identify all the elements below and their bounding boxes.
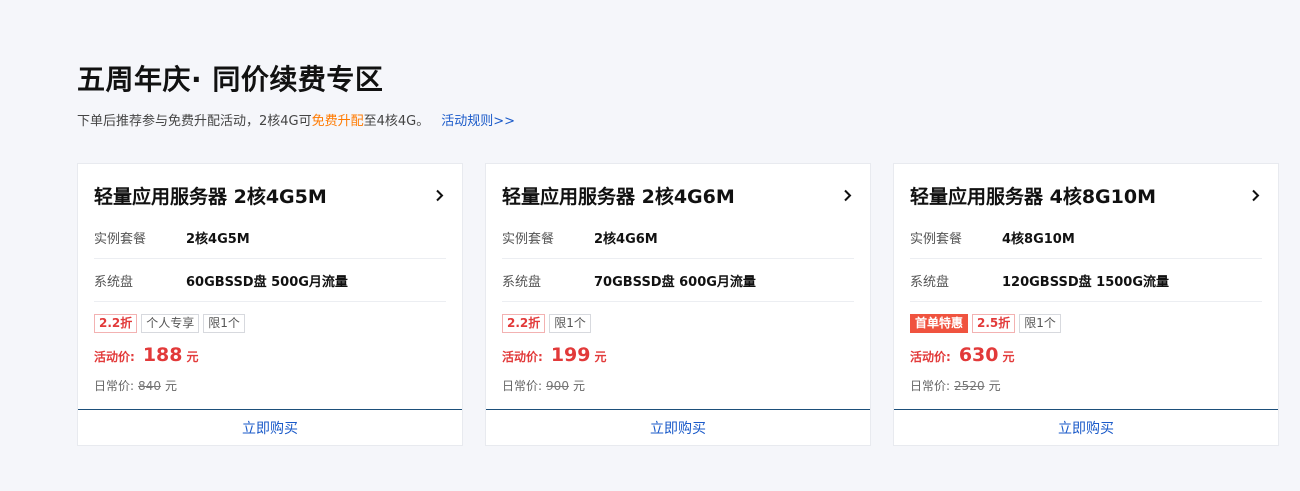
limit-tag: 限1个 (1019, 314, 1061, 333)
instance-label: 实例套餐 (910, 231, 963, 247)
promo-price-value: 188 (142, 344, 183, 366)
regular-price-label: 日常价: (94, 379, 135, 393)
instance-row: 实例套餐 2核4G5M (94, 216, 446, 259)
promo-price-label: 活动价: (910, 350, 951, 364)
buy-button[interactable]: 立即购买 (486, 409, 870, 445)
disk-value: 120GBSSD盘 1500G流量 (1002, 274, 1170, 290)
product-cards: 轻量应用服务器 2核4G5M 实例套餐 2核4G5M 系统盘 60GBSSD盘 … (77, 163, 1279, 446)
chevron-right-icon[interactable] (432, 188, 446, 202)
instance-value: 2核4G5M (186, 231, 250, 247)
card-title[interactable]: 轻量应用服务器 2核4G6M (502, 182, 735, 209)
disk-row: 系统盘 120GBSSD盘 1500G流量 (910, 259, 1262, 302)
instance-value: 2核4G6M (594, 231, 658, 247)
promo-price-value: 630 (958, 344, 999, 366)
page-title: 五周年庆· 同价续费专区 (77, 63, 384, 96)
tag-list: 首单特惠 2.5折 限1个 (910, 314, 1061, 333)
regular-price-unit: 元 (164, 379, 177, 393)
tag-list: 2.2折 个人专享 限1个 (94, 314, 245, 333)
product-card: 轻量应用服务器 2核4G6M 实例套餐 2核4G6M 系统盘 70GBSSD盘 … (485, 163, 871, 446)
disk-row: 系统盘 70GBSSD盘 600G月流量 (502, 259, 854, 302)
card-title[interactable]: 轻量应用服务器 4核8G10M (910, 182, 1156, 209)
instance-row: 实例套餐 2核4G6M (502, 216, 854, 259)
card-header[interactable]: 轻量应用服务器 4核8G10M (910, 178, 1262, 212)
disk-value: 60GBSSD盘 500G月流量 (186, 274, 348, 290)
promo-price-label: 活动价: (502, 350, 543, 364)
promo-price: 活动价: 199 元 (502, 344, 607, 366)
disk-value: 70GBSSD盘 600G月流量 (594, 274, 756, 290)
promo-price: 活动价: 630 元 (910, 344, 1015, 366)
regular-price-label: 日常价: (910, 379, 951, 393)
subtitle-highlight: 免费升配 (311, 114, 364, 129)
instance-label: 实例套餐 (502, 231, 555, 247)
instance-row: 实例套餐 4核8G10M (910, 216, 1262, 259)
promo-price: 活动价: 188 元 (94, 344, 199, 366)
subtitle: 下单后推荐参与免费升配活动，2核4G可免费升配至4核4G。 活动规则>> (77, 110, 515, 129)
chevron-right-icon[interactable] (840, 188, 854, 202)
tag-list: 2.2折 限1个 (502, 314, 591, 333)
promo-price-unit: 元 (186, 350, 199, 364)
regular-price: 日常价: 840 元 (94, 377, 177, 394)
product-card: 轻量应用服务器 2核4G5M 实例套餐 2核4G5M 系统盘 60GBSSD盘 … (77, 163, 463, 446)
regular-price-value: 2520 (954, 379, 985, 393)
instance-value: 4核8G10M (1002, 231, 1075, 247)
card-title[interactable]: 轻量应用服务器 2核4G5M (94, 182, 327, 209)
chevron-right-icon[interactable] (1248, 188, 1262, 202)
buy-button[interactable]: 立即购买 (894, 409, 1278, 445)
subtitle-prefix: 下单后推荐参与免费升配活动，2核4G可 (77, 114, 312, 129)
instance-label: 实例套餐 (94, 231, 147, 247)
regular-price: 日常价: 900 元 (502, 377, 585, 394)
rules-link[interactable]: 活动规则>> (441, 114, 515, 129)
disk-label: 系统盘 (910, 274, 950, 290)
discount-tag: 2.2折 (94, 314, 138, 333)
discount-tag: 2.2折 (502, 314, 546, 333)
promo-price-unit: 元 (1002, 350, 1015, 364)
disk-label: 系统盘 (94, 274, 134, 290)
promo-price-label: 活动价: (94, 350, 135, 364)
subtitle-suffix: 至4核4G。 (363, 114, 430, 129)
regular-price-label: 日常价: (502, 379, 543, 393)
first-order-tag: 首单特惠 (910, 314, 969, 333)
promo-price-unit: 元 (594, 350, 607, 364)
buy-button[interactable]: 立即购买 (78, 409, 462, 445)
regular-price-value: 900 (546, 379, 569, 393)
regular-price: 日常价: 2520 元 (910, 377, 1001, 394)
limit-tag: 限1个 (549, 314, 591, 333)
limit-tag: 限1个 (203, 314, 245, 333)
promo-price-value: 199 (550, 344, 591, 366)
card-header[interactable]: 轻量应用服务器 2核4G6M (502, 178, 854, 212)
disk-label: 系统盘 (502, 274, 542, 290)
card-header[interactable]: 轻量应用服务器 2核4G5M (94, 178, 446, 212)
regular-price-value: 840 (138, 379, 161, 393)
discount-tag: 2.5折 (972, 314, 1016, 333)
exclusive-tag: 个人专享 (141, 314, 200, 333)
regular-price-unit: 元 (988, 379, 1001, 393)
disk-row: 系统盘 60GBSSD盘 500G月流量 (94, 259, 446, 302)
product-card: 轻量应用服务器 4核8G10M 实例套餐 4核8G10M 系统盘 120GBSS… (893, 163, 1279, 446)
regular-price-unit: 元 (572, 379, 585, 393)
